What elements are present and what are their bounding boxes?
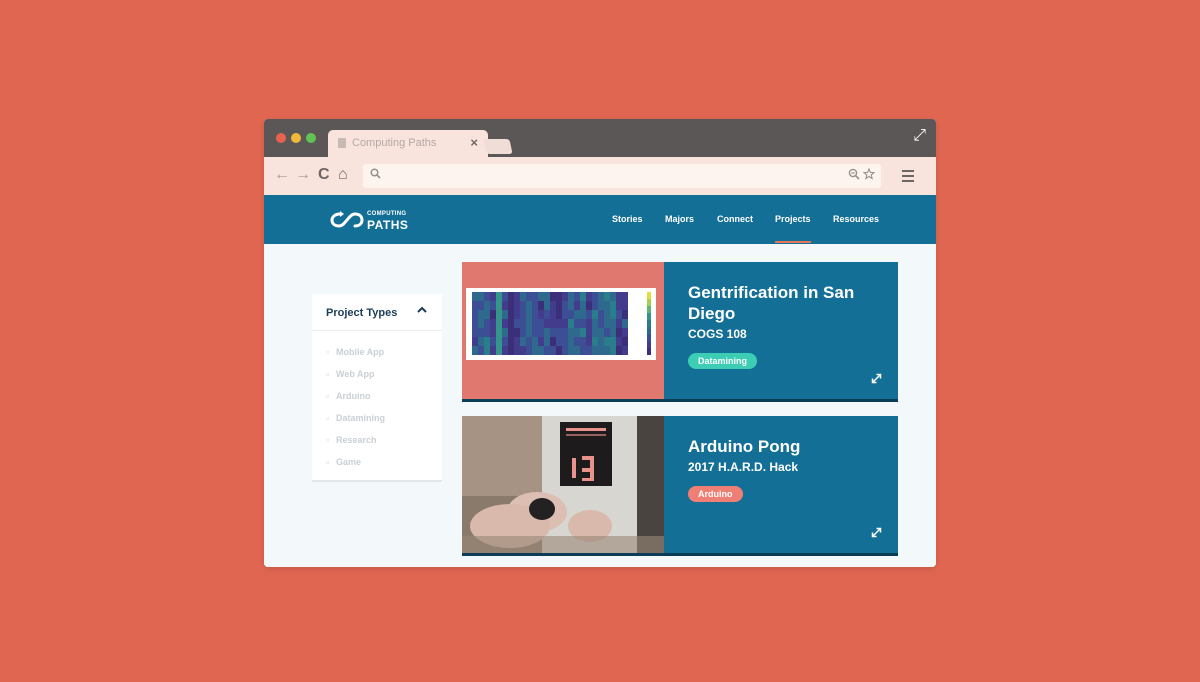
nav-projects[interactable]: Projects [775,214,811,243]
heatmap-image [472,292,651,355]
close-icon[interactable]: × [470,135,478,150]
zoom-icon[interactable] [848,168,860,183]
address-bar[interactable] [363,164,881,188]
project-thumbnail [462,262,664,399]
computing-paths-logo[interactable]: COMPUTING PATHS [330,210,420,232]
project-subtitle: 2017 H.A.R.D. Hack [688,460,799,474]
project-types-title: Project Types [326,307,398,319]
project-types-panel: Project Types Mobile App Web App Arduino… [312,294,442,482]
project-info: Gentrification in San Diego COGS 108 Dat… [688,282,888,369]
forward-icon[interactable]: → [295,166,311,184]
project-info: Arduino Pong 2017 H.A.R.D. Hack Arduino [688,436,888,502]
title-bar: Computing Paths × ⤢ [264,119,936,157]
filter-datamining[interactable]: Datamining [326,407,442,429]
expand-icon[interactable]: ⤢ [913,127,926,145]
expand-icon[interactable] [871,373,882,384]
browser-toolbar: ← → C ⌂ [264,157,936,195]
project-tag[interactable]: Arduino [688,486,743,502]
close-window-button[interactable] [276,133,286,143]
browser-tab[interactable]: Computing Paths × [328,130,488,157]
project-types-list: Mobile App Web App Arduino Datamining Re… [312,331,442,473]
filter-web-app[interactable]: Web App [326,363,442,385]
project-tag[interactable]: Datamining [688,353,758,369]
filter-research[interactable]: Research [326,429,442,451]
project-subtitle: COGS 108 [688,327,747,341]
expand-icon[interactable] [871,527,882,538]
nav-resources[interactable]: Resources [833,214,879,224]
project-title: Gentrification in San Diego [688,283,855,323]
maximize-window-button[interactable] [306,133,316,143]
project-card[interactable]: Gentrification in San Diego COGS 108 Dat… [462,262,898,402]
project-thumbnail [462,416,664,553]
logo-small-text: COMPUTING [367,211,407,217]
nav-connect[interactable]: Connect [717,214,753,224]
filter-arduino[interactable]: Arduino [326,385,442,407]
logo-mark-icon [330,211,364,228]
search-icon [370,168,381,182]
new-tab-button[interactable] [483,139,513,154]
reload-icon[interactable]: C [318,166,330,184]
project-title: Arduino Pong [688,437,801,456]
nav-stories[interactable]: Stories [612,214,643,224]
arduino-pong-photo [462,416,664,553]
filter-mobile-app[interactable]: Mobile App [326,341,442,363]
home-icon[interactable]: ⌂ [338,166,348,184]
site-navbar: COMPUTING PATHS Stories Majors Connect P… [264,195,936,244]
chevron-up-icon[interactable] [416,304,428,316]
tab-title: Computing Paths [352,137,437,149]
star-icon[interactable] [862,167,876,183]
browser-window: Computing Paths × ⤢ ← → C ⌂ COMPUTING PA… [264,119,936,567]
main-content: Project Types Mobile App Web App Arduino… [264,244,936,567]
filter-game[interactable]: Game [326,451,442,473]
logo-big-text: PATHS [367,218,409,232]
project-types-header[interactable]: Project Types [312,294,442,331]
nav-majors[interactable]: Majors [665,214,694,224]
minimize-window-button[interactable] [291,133,301,143]
file-icon [338,138,346,148]
menu-icon[interactable] [902,170,914,182]
project-card[interactable]: Arduino Pong 2017 H.A.R.D. Hack Arduino [462,416,898,556]
back-icon[interactable]: ← [274,166,290,184]
